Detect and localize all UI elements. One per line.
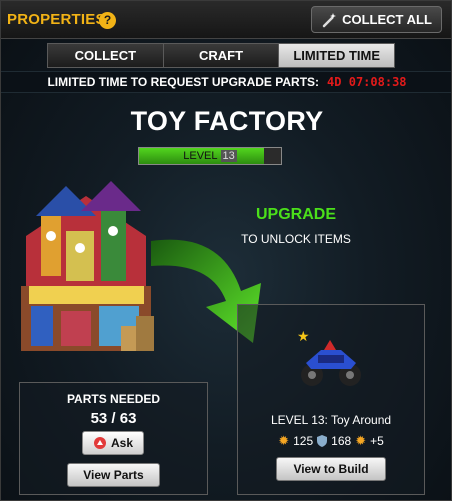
page-title: PROPERTIES [7,11,106,28]
toy-factory-image [21,181,154,351]
tab-bar: COLLECT CRAFT LIMITED TIME [47,43,395,68]
upgrade-title: UPGRADE [255,206,336,223]
ask-label: Ask [110,436,133,450]
building-title: TOY FACTORY [130,106,324,136]
level-progress-bar: LEVEL 13 [138,147,282,165]
level-number: 13 [220,150,237,162]
sun-icon: ✹ [355,433,367,448]
parts-count: 53 / 63 [90,410,137,427]
reward-stat-3: +5 [370,434,384,448]
level-label: LEVEL [183,150,218,162]
timer-value: 4D 07:08:38 [327,75,407,89]
tab-craft[interactable]: CRAFT [163,44,280,67]
view-to-build-button[interactable]: View to Build [276,457,386,481]
timer-label: LIMITED TIME TO REQUEST UPGRADE PARTS: [47,75,320,89]
properties-panel: PROPERTIES ? COLLECT ALL COLLECT CRAFT L… [0,0,452,501]
collect-all-label: COLLECT ALL [342,12,432,27]
parts-needed-panel: PARTS NEEDED 53 / 63 Ask View Parts [19,382,208,495]
ask-icon [93,437,106,449]
reward-stat-2: 168 [331,434,352,448]
magic-wand-icon [322,12,337,27]
reward-stat-1: 125 [293,434,314,448]
view-parts-button[interactable]: View Parts [67,463,160,487]
parts-needed-title: PARTS NEEDED [66,392,161,406]
upgrade-subtitle: TO UNLOCK ITEMS [241,232,351,246]
reward-panel: ★ LEVEL 13: Toy Around ✹ 125 168 ✹ +5 Vi… [237,304,425,495]
collect-all-button[interactable]: COLLECT ALL [311,6,442,33]
tab-collect[interactable]: COLLECT [48,44,164,67]
shield-icon [317,435,328,447]
question-icon[interactable]: ? [99,12,116,29]
ask-button[interactable]: Ask [82,431,144,455]
tab-limited-time[interactable]: LIMITED TIME [279,44,395,67]
atv-toy-image [301,340,361,386]
reward-stats: ✹ 125 168 ✹ +5 [238,433,424,449]
header-bar: PROPERTIES ? COLLECT ALL [1,1,451,39]
timer-bar: LIMITED TIME TO REQUEST UPGRADE PARTS: 4… [1,71,451,93]
sun-icon: ✹ [278,433,290,448]
reward-level-text: LEVEL 13: Toy Around [270,413,392,427]
